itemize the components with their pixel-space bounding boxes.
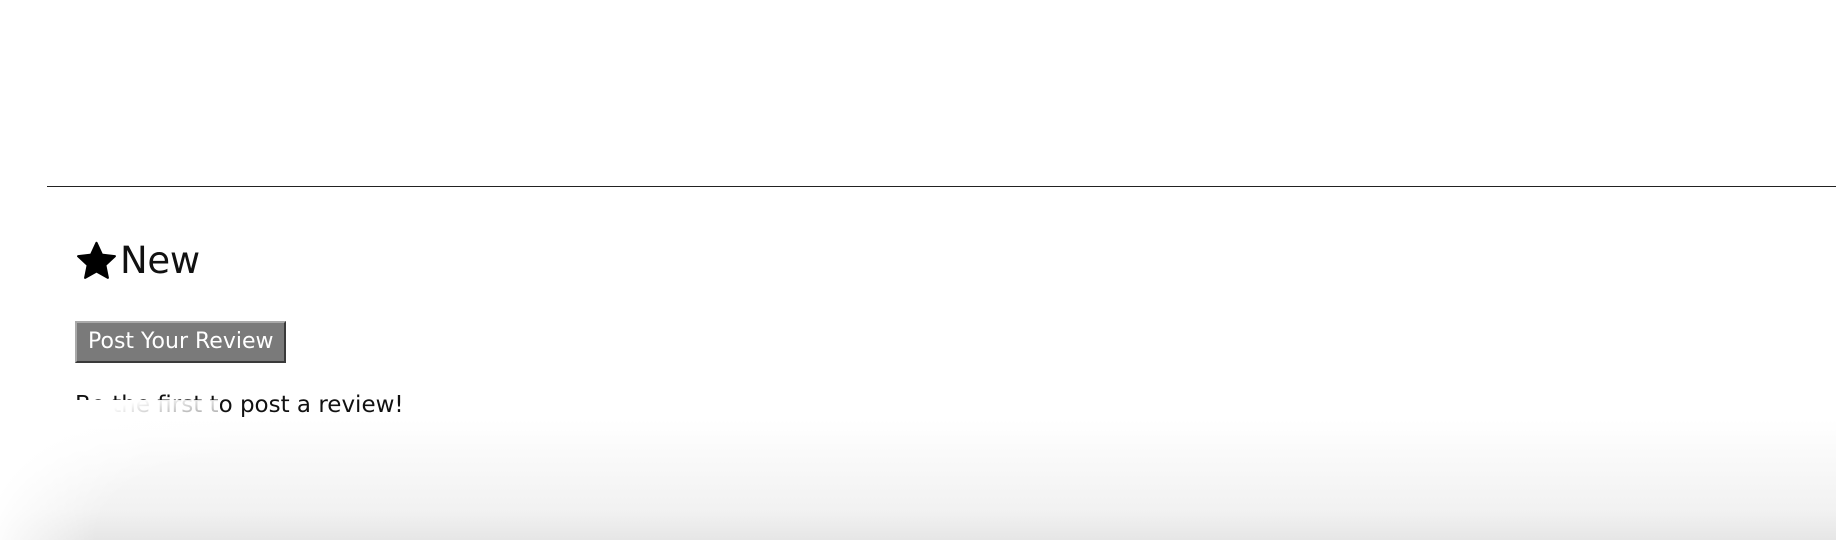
footer-shadow-fade xyxy=(0,400,220,540)
rating-label: New xyxy=(120,239,200,282)
page: New Post Your Review Be the first to pos… xyxy=(0,0,1836,540)
post-review-button[interactable]: Post Your Review xyxy=(75,321,287,363)
section-divider xyxy=(47,186,1836,187)
rating-summary: New xyxy=(75,236,975,286)
reviews-section: New Post Your Review Be the first to pos… xyxy=(75,236,975,420)
footer-shadow xyxy=(0,420,1836,540)
star-icon xyxy=(75,240,118,283)
